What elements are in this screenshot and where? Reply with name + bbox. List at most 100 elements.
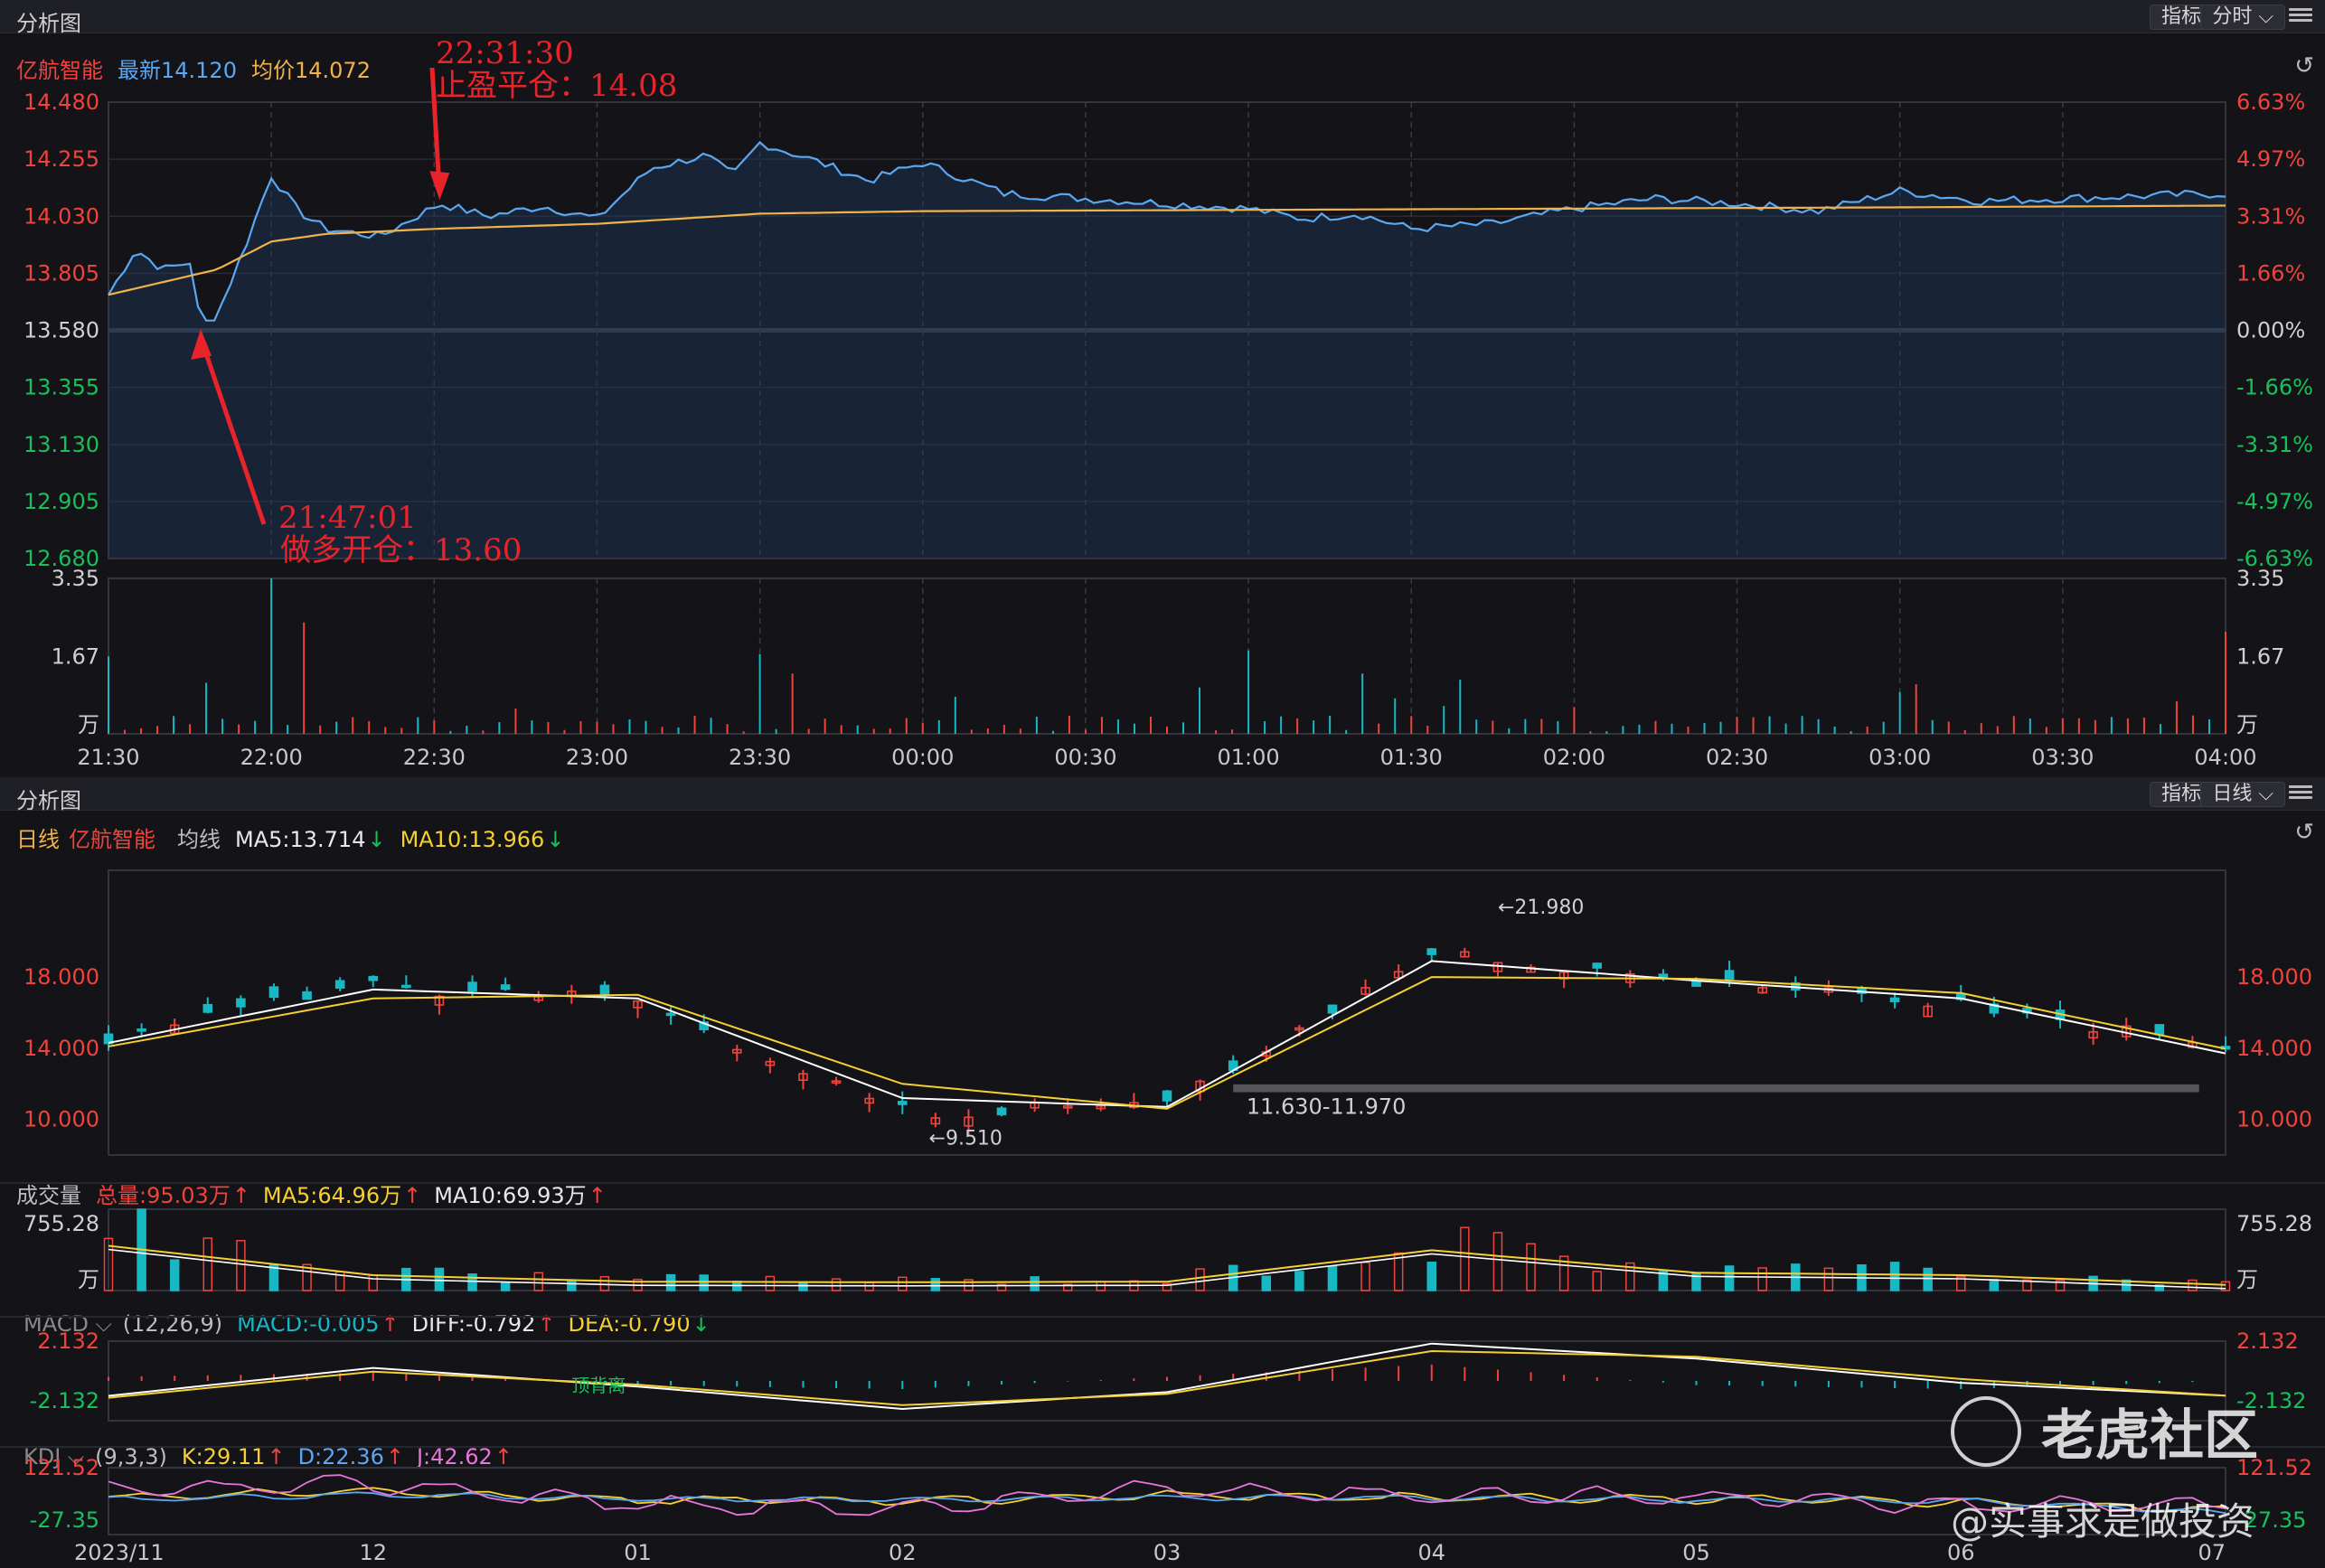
time-tick-label: 04:00 xyxy=(2194,745,2256,770)
daily-volume-bar xyxy=(665,1273,676,1291)
support-range-label: 11.630-11.970 xyxy=(1247,1094,1407,1120)
vol-tick-label: 3.35 xyxy=(2236,566,2284,591)
candle-body xyxy=(1691,980,1701,987)
pct-tick-label: -3.31% xyxy=(2236,432,2313,457)
macd-tick: 2.132 xyxy=(2236,1329,2299,1354)
daily-volume-bar xyxy=(1327,1265,1338,1291)
price-tick-label: 13.130 xyxy=(24,432,99,457)
macd-tick: 2.132 xyxy=(37,1329,99,1354)
watermark-brand: 老虎社区 xyxy=(2041,1404,2258,1468)
daily-volume-bar xyxy=(434,1267,445,1291)
daily-volume-bar xyxy=(1757,1267,1767,1291)
time-tick-label: 03:30 xyxy=(2031,745,2094,770)
candle-body xyxy=(1724,970,1735,981)
tiger-logo-icon xyxy=(1951,1396,2021,1467)
candle-body xyxy=(500,984,511,991)
candle-body xyxy=(302,991,312,1000)
daily-volume-bar xyxy=(533,1272,543,1291)
kdj-tick: -27.35 xyxy=(30,1507,99,1533)
candle-body xyxy=(368,975,379,981)
date-tick-label: 12 xyxy=(359,1540,387,1565)
daily-volume-bar xyxy=(765,1275,776,1291)
candle-body xyxy=(136,1028,146,1032)
volume-plot-frame xyxy=(108,577,2226,735)
daily-volume-bar xyxy=(1261,1275,1272,1291)
daily-volume-bar xyxy=(1989,1279,2000,1291)
panel-separator xyxy=(0,1316,2325,1318)
daily-volume-bar xyxy=(1592,1271,1602,1291)
macd-tick: -2.132 xyxy=(30,1388,99,1413)
candle-body xyxy=(897,1101,908,1105)
daily-vol-unit: 万 xyxy=(78,1267,99,1292)
daily-volume-bar xyxy=(599,1275,610,1291)
pct-tick-label: 4.97% xyxy=(2236,146,2305,172)
diff-line xyxy=(108,1342,2226,1411)
sub-plot-frame xyxy=(108,1467,2226,1535)
price-tick-label: 13.355 xyxy=(24,375,99,400)
daily-volume-bar xyxy=(898,1276,908,1291)
time-tick-label: 22:00 xyxy=(240,745,303,770)
candle-body xyxy=(1162,1090,1172,1102)
daily-volume-bar xyxy=(567,1279,577,1291)
time-tick-label: 03:00 xyxy=(1868,745,1931,770)
daily-volume-bar xyxy=(1889,1262,1900,1291)
date-tick-label: 2023/11 xyxy=(74,1540,165,1565)
price-tick-label: 13.580 xyxy=(24,318,99,343)
candle-body xyxy=(1592,962,1603,969)
date-tick-label: 01 xyxy=(624,1540,652,1565)
time-tick-label: 00:00 xyxy=(891,745,954,770)
daily-vol-tick: 755.28 xyxy=(2236,1211,2312,1236)
daily-volume-bar xyxy=(1923,1267,1933,1291)
vol-ma5-line xyxy=(108,1244,2226,1286)
pct-tick-label: 0.00% xyxy=(2236,318,2305,343)
date-tick-label: 02 xyxy=(889,1540,917,1565)
time-tick-label: 00:30 xyxy=(1054,745,1116,770)
daily-volume-bar xyxy=(368,1274,378,1291)
candle-body xyxy=(401,984,411,989)
open-annotation-time: 21:47:01 xyxy=(278,500,417,536)
daily-volume-bar xyxy=(1823,1267,1834,1291)
candle-body xyxy=(334,980,345,989)
candle-body xyxy=(996,1107,1007,1116)
pct-tick-label: -4.97% xyxy=(2236,489,2313,514)
kline-price-tick: 14.000 xyxy=(24,1036,99,1061)
intraday-chart: 14.480 6.63% 14.255 4.97% 14.030 3.31% 13.805 1… xyxy=(24,35,2313,770)
candle-body xyxy=(1327,1004,1338,1014)
low-price-label: ←9.510 xyxy=(929,1127,1002,1150)
candle-body xyxy=(1658,973,1669,979)
time-tick-label: 02:30 xyxy=(1706,745,1768,770)
pct-tick-label: 1.66% xyxy=(2236,260,2305,286)
close-annotation-text: 止盈平仓：14.08 xyxy=(436,68,677,104)
daily-volume-bar xyxy=(930,1278,941,1291)
daily-volume-bar xyxy=(500,1282,511,1291)
close-annotation-time: 22:31:30 xyxy=(436,35,574,71)
close-arrow-head xyxy=(429,171,450,201)
daily-volume-bar xyxy=(699,1274,709,1291)
time-tick-label: 23:00 xyxy=(566,745,628,770)
vol-tick-label: 1.67 xyxy=(2236,643,2284,669)
pct-tick-label: 6.63% xyxy=(2236,89,2305,115)
daily-vol-unit: 万 xyxy=(2236,1267,2258,1292)
kline-price-tick: 14.000 xyxy=(2236,1036,2312,1061)
time-tick-label: 22:30 xyxy=(403,745,466,770)
candle-body xyxy=(1426,948,1437,955)
daily-volume-bar xyxy=(1460,1226,1470,1291)
candle-body xyxy=(599,984,610,995)
open-annotation-text: 做多开仓：13.60 xyxy=(280,532,522,568)
price-tick-label: 13.805 xyxy=(24,260,99,286)
kdj-tick: 121.52 xyxy=(24,1455,99,1480)
candle-body xyxy=(665,1012,676,1017)
daily-volume-bar xyxy=(1195,1268,1205,1291)
watermark-author: @实事求是做投资 xyxy=(1951,1499,2255,1544)
date-tick-label: 04 xyxy=(1417,1540,1445,1565)
daily-volume-bar xyxy=(202,1237,213,1291)
kline-price-tick: 10.000 xyxy=(24,1107,99,1132)
price-area-fill xyxy=(108,142,2226,559)
candle-body xyxy=(236,998,246,1008)
vol-unit-label: 万 xyxy=(2236,712,2258,737)
time-tick-label: 02:00 xyxy=(1543,745,1605,770)
price-tick-label: 12.905 xyxy=(24,489,99,514)
candle-body xyxy=(202,1003,213,1013)
vol-ma10-line xyxy=(108,1248,2226,1290)
daily-volume-bar xyxy=(1360,1262,1370,1291)
